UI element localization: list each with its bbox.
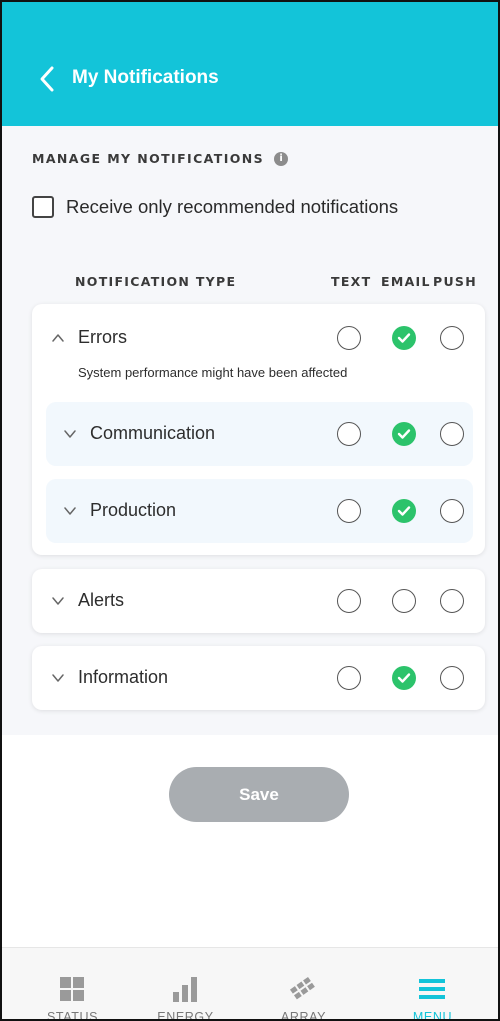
phone-screen: My Notifications MANAGE MY NOTIFICATIONS… [0,0,500,1021]
information-push-radio[interactable] [440,666,464,690]
tab-array-label: ARRAY [280,1010,327,1021]
errors-label: Errors [78,327,127,347]
communication-email-radio[interactable] [392,422,416,446]
save-button[interactable]: Save [169,767,349,822]
info-icon[interactable]: i [274,151,289,166]
grid-icon [60,977,84,1001]
alerts-text-radio[interactable] [337,589,361,613]
errors-text-radio[interactable] [337,326,361,350]
communication-label: Communication [90,423,216,443]
alerts-card: Alerts [32,569,485,633]
chevron-down-icon [64,507,76,515]
information-expand-button[interactable] [51,671,65,685]
chevron-down-icon [52,674,64,682]
tab-status[interactable]: STATUS [10,948,135,1021]
tab-energy-label: ENERGY [157,1010,214,1021]
information-card: Information [32,646,485,710]
information-label: Information [78,667,169,687]
alerts-email-radio[interactable] [392,589,416,613]
chevron-left-icon [40,66,54,92]
column-header-type: NOTIFICATION TYPE [75,274,237,289]
tab-status-label: STATUS [46,1010,99,1021]
errors-push-radio[interactable] [440,326,464,350]
check-icon [397,429,411,439]
check-icon [397,673,411,683]
check-icon [397,506,411,516]
tab-energy[interactable]: ENERGY [123,948,248,1021]
menu-icon [419,979,445,999]
check-icon [397,333,411,343]
recommended-label: Receive only recommended notifications [66,196,399,217]
manage-section: MANAGE MY NOTIFICATIONS i Receive only r… [2,126,498,248]
production-label: Production [90,500,177,520]
back-button[interactable] [36,64,58,94]
information-email-radio[interactable] [392,666,416,690]
column-header-text: TEXT [331,274,372,289]
errors-email-radio[interactable] [392,326,416,350]
errors-collapse-button[interactable] [51,331,65,345]
information-text-radio[interactable] [337,666,361,690]
bar-chart-icon [173,977,197,1002]
communication-push-radio[interactable] [440,422,464,446]
alerts-expand-button[interactable] [51,594,65,608]
production-row: Production [46,479,473,543]
manage-title: MANAGE MY NOTIFICATIONS i [32,151,289,166]
production-email-radio[interactable] [392,499,416,523]
communication-expand-button[interactable] [63,427,77,441]
tab-menu[interactable]: MENU [370,948,495,1021]
alerts-push-radio[interactable] [440,589,464,613]
production-text-radio[interactable] [337,499,361,523]
communication-row: Communication [46,402,473,466]
alerts-label: Alerts [78,590,125,610]
production-push-radio[interactable] [440,499,464,523]
manage-title-text: MANAGE MY NOTIFICATIONS [32,151,265,166]
recommended-checkbox[interactable] [32,196,54,218]
column-header-push: PUSH [433,274,477,289]
production-expand-button[interactable] [63,504,77,518]
page-title: My Notifications [72,67,219,88]
errors-card: Errors System performance might have bee… [32,304,485,555]
tab-array[interactable]: ARRAY [241,948,366,1021]
errors-description: System performance might have been affec… [78,365,348,380]
communication-text-radio[interactable] [337,422,361,446]
app-header: My Notifications [2,2,498,126]
column-header-email: EMAIL [381,274,431,289]
chevron-down-icon [64,430,76,438]
chevron-down-icon [52,597,64,605]
tab-menu-label: MENU [412,1010,453,1021]
solar-array-icon [289,976,315,1000]
recommended-toggle[interactable]: Receive only recommended notifications [32,196,398,218]
bottom-tab-bar: STATUS ENERGY ARRAY MENU [2,947,498,1021]
chevron-up-icon [52,334,64,342]
